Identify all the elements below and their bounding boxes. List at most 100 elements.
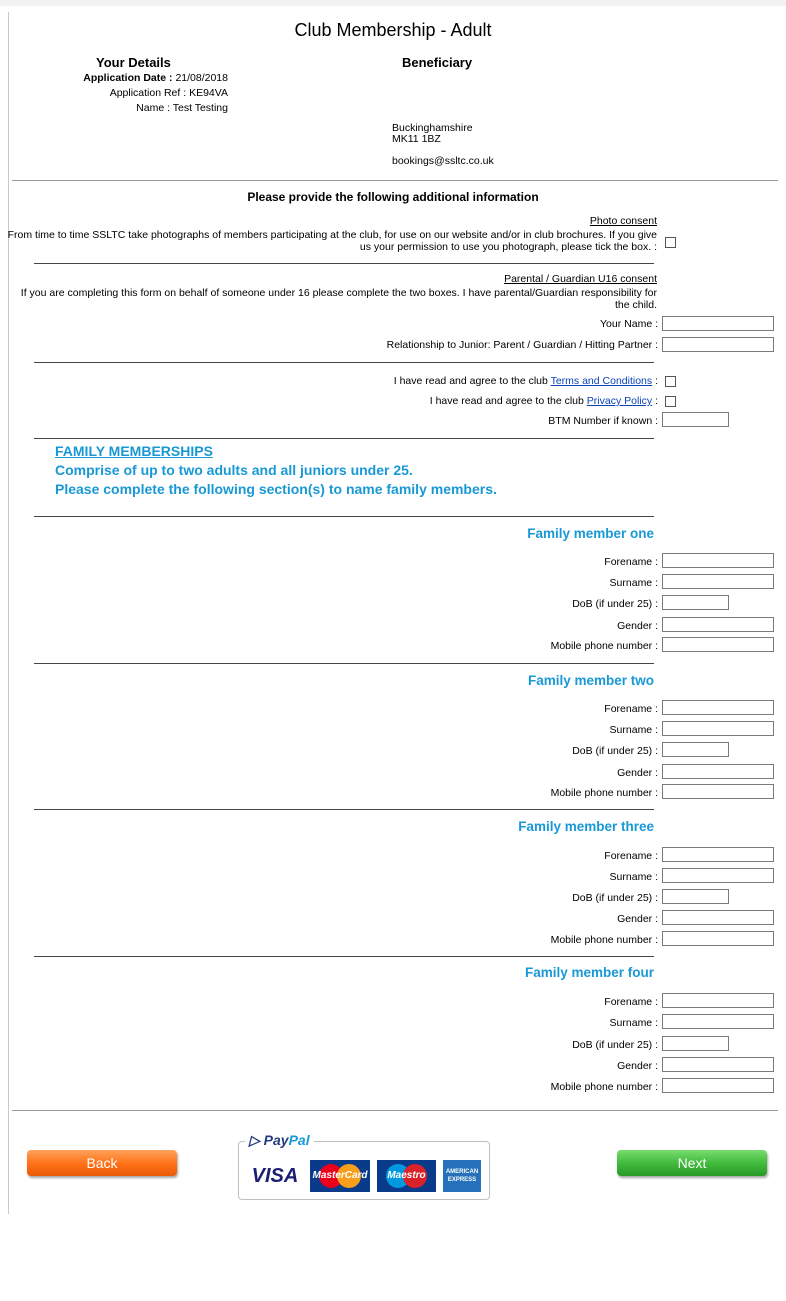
family-member-two-title: Family member two [527, 673, 654, 688]
maestro-label: Maestro [387, 1170, 426, 1181]
forename-label: Forename : [604, 996, 658, 1008]
member-three-forename-input[interactable] [662, 847, 774, 862]
beneficiary-postcode: MK11 1BZ [392, 133, 441, 145]
mobile-label: Mobile phone number : [550, 787, 658, 799]
member-three-dob-input[interactable] [662, 889, 729, 904]
member-four-mobile-input[interactable] [662, 1078, 774, 1093]
application-date-value: 21/08/2018 [175, 72, 228, 84]
photo-consent-checkbox[interactable] [665, 237, 676, 248]
surname-label: Surname : [609, 1017, 658, 1029]
dob-label: DoB (if under 25) : [572, 892, 658, 904]
mobile-label: Mobile phone number : [550, 934, 658, 946]
top-bar [0, 0, 786, 6]
member-three-mobile-input[interactable] [662, 931, 774, 946]
surname-label: Surname : [609, 871, 658, 883]
member-two-forename-input[interactable] [662, 700, 774, 715]
application-ref: Application Ref : KE94VA [12, 87, 228, 99]
terms-checkbox[interactable] [665, 376, 676, 387]
divider [34, 516, 654, 517]
member-two-gender-input[interactable] [662, 764, 774, 779]
member-four-forename-input[interactable] [662, 993, 774, 1008]
terms-link[interactable]: Terms and Conditions [551, 375, 653, 387]
gender-label: Gender : [617, 767, 658, 779]
family-member-three-title: Family member three [518, 819, 654, 834]
mobile-label: Mobile phone number : [550, 1081, 658, 1093]
divider [34, 438, 654, 439]
mastercard-label: MasterCard [312, 1170, 368, 1181]
divider [12, 180, 778, 181]
page-title: Club Membership - Adult [294, 20, 492, 40]
guardian-consent-text-line1: If you are completing this form on behal… [20, 287, 657, 299]
privacy-prefix: I have read and agree to the club [429, 395, 584, 407]
btm-number-input[interactable] [662, 412, 729, 427]
application-date-label: Application Date : [83, 72, 173, 84]
back-button[interactable]: Back [27, 1150, 177, 1176]
paypal-logo-part2: Pal [288, 1132, 310, 1148]
gender-label: Gender : [617, 913, 658, 925]
additional-info-heading: Please provide the following additional … [247, 190, 539, 204]
member-one-gender-input[interactable] [662, 617, 774, 632]
gender-label: Gender : [617, 1060, 658, 1072]
mobile-label: Mobile phone number : [550, 640, 658, 652]
member-one-forename-input[interactable] [662, 553, 774, 568]
member-one-dob-input[interactable] [662, 595, 729, 610]
member-one-mobile-input[interactable] [662, 637, 774, 652]
guardian-consent-text: If you are completing this form on behal… [0, 287, 657, 311]
divider [34, 663, 654, 664]
paypal-p-icon: ▷ [249, 1132, 260, 1148]
terms-label: I have read and agree to the club Terms … [394, 375, 658, 387]
privacy-link[interactable]: Privacy Policy [587, 395, 652, 407]
privacy-label: I have read and agree to the club Privac… [430, 395, 658, 407]
your-name-input[interactable] [662, 316, 774, 331]
terms-prefix: I have read and agree to the club [393, 375, 548, 387]
family-member-one-title: Family member one [527, 526, 654, 541]
application-ref-value: KE94VA [189, 87, 228, 99]
family-memberships-line2: Please complete the following section(s)… [55, 481, 497, 497]
member-four-gender-input[interactable] [662, 1057, 774, 1072]
amex-line2: EXPRESS [447, 1177, 477, 1183]
divider [34, 956, 654, 957]
maestro-logo: Maestro [377, 1160, 436, 1192]
guardian-consent-text-line2: the child. [614, 298, 657, 311]
application-ref-label: Application Ref : [109, 87, 187, 99]
divider [34, 809, 654, 810]
member-two-mobile-input[interactable] [662, 784, 774, 799]
member-three-surname-input[interactable] [662, 868, 774, 883]
forename-label: Forename : [604, 556, 658, 568]
divider [34, 263, 654, 264]
your-name-label: Your Name : [600, 318, 658, 330]
application-date: Application Date : 21/08/2018 [12, 72, 228, 84]
surname-label: Surname : [609, 577, 658, 589]
member-two-surname-input[interactable] [662, 721, 774, 736]
divider [34, 362, 654, 363]
family-memberships-info: FAMILY MEMBERSHIPS Comprise of up to two… [55, 442, 497, 499]
member-one-surname-input[interactable] [662, 574, 774, 589]
photo-consent-text-line1: From time to time SSLTC take photographs… [7, 229, 657, 241]
mastercard-logo: MasterCard [310, 1160, 370, 1192]
family-memberships-line1: Comprise of up to two adults and all jun… [55, 462, 413, 478]
member-four-dob-input[interactable] [662, 1036, 729, 1051]
amex-line1: AMERICAN [445, 1169, 479, 1175]
terms-suffix: : [652, 375, 658, 387]
member-three-gender-input[interactable] [662, 910, 774, 925]
family-memberships-heading: FAMILY MEMBERSHIPS [55, 443, 213, 459]
family-member-four-title: Family member four [524, 965, 654, 980]
privacy-suffix: : [652, 395, 658, 407]
photo-consent-heading: Photo consent [589, 215, 657, 227]
beneficiary-email: bookings@ssltc.co.uk [392, 155, 494, 167]
member-four-surname-input[interactable] [662, 1014, 774, 1029]
privacy-checkbox[interactable] [665, 396, 676, 407]
your-details-heading: Your Details [96, 55, 171, 70]
visa-logo: VISA [248, 1160, 302, 1192]
forename-label: Forename : [604, 703, 658, 715]
applicant-name-label: Name : [136, 102, 170, 114]
dob-label: DoB (if under 25) : [572, 745, 658, 757]
surname-label: Surname : [609, 724, 658, 736]
member-two-dob-input[interactable] [662, 742, 729, 757]
relationship-input[interactable] [662, 337, 774, 352]
gender-label: Gender : [617, 620, 658, 632]
guardian-consent-heading: Parental / Guardian U16 consent [504, 273, 657, 285]
next-button[interactable]: Next [617, 1150, 767, 1176]
applicant-name-value: Test Testing [172, 102, 228, 114]
beneficiary-heading: Beneficiary [402, 55, 473, 70]
